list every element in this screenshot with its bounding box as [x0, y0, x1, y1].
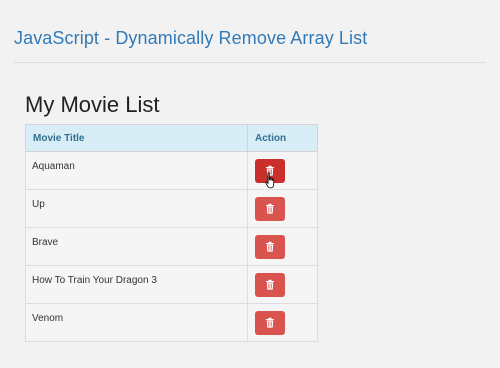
- action-cell: [247, 227, 318, 266]
- page-title: JavaScript - Dynamically Remove Array Li…: [14, 28, 368, 48]
- table-row: Venom: [25, 303, 318, 342]
- delete-button[interactable]: [255, 310, 285, 335]
- movie-title: Venom: [25, 303, 248, 342]
- table-row: Aquaman: [25, 151, 318, 190]
- action-cell: [247, 303, 318, 342]
- table-header-row: Movie Title Action: [25, 124, 318, 152]
- delete-button[interactable]: [255, 196, 285, 221]
- list-heading: My Movie List: [25, 92, 160, 117]
- column-header-action: Action: [247, 124, 318, 152]
- trash-icon: [266, 279, 274, 290]
- action-cell: [247, 189, 318, 228]
- table-row: Brave: [25, 227, 318, 266]
- movie-title: Aquaman: [25, 151, 248, 190]
- table-row: Up: [25, 189, 318, 228]
- delete-button[interactable]: [255, 158, 285, 183]
- trash-icon: [266, 317, 274, 328]
- delete-button[interactable]: [255, 234, 285, 259]
- movie-title: How To Train Your Dragon 3: [25, 265, 248, 304]
- action-cell: [247, 151, 318, 190]
- action-cell: [247, 265, 318, 304]
- movie-title: Up: [25, 189, 248, 228]
- delete-button[interactable]: [255, 272, 285, 297]
- movie-title: Brave: [25, 227, 248, 266]
- trash-icon: [266, 241, 274, 252]
- movie-table: Movie Title Action Aquaman Up Brave How …: [25, 124, 318, 342]
- trash-icon: [266, 203, 274, 214]
- trash-icon: [266, 165, 274, 176]
- header-divider: [14, 62, 486, 63]
- table-row: How To Train Your Dragon 3: [25, 265, 318, 304]
- column-header-title: Movie Title: [25, 124, 248, 152]
